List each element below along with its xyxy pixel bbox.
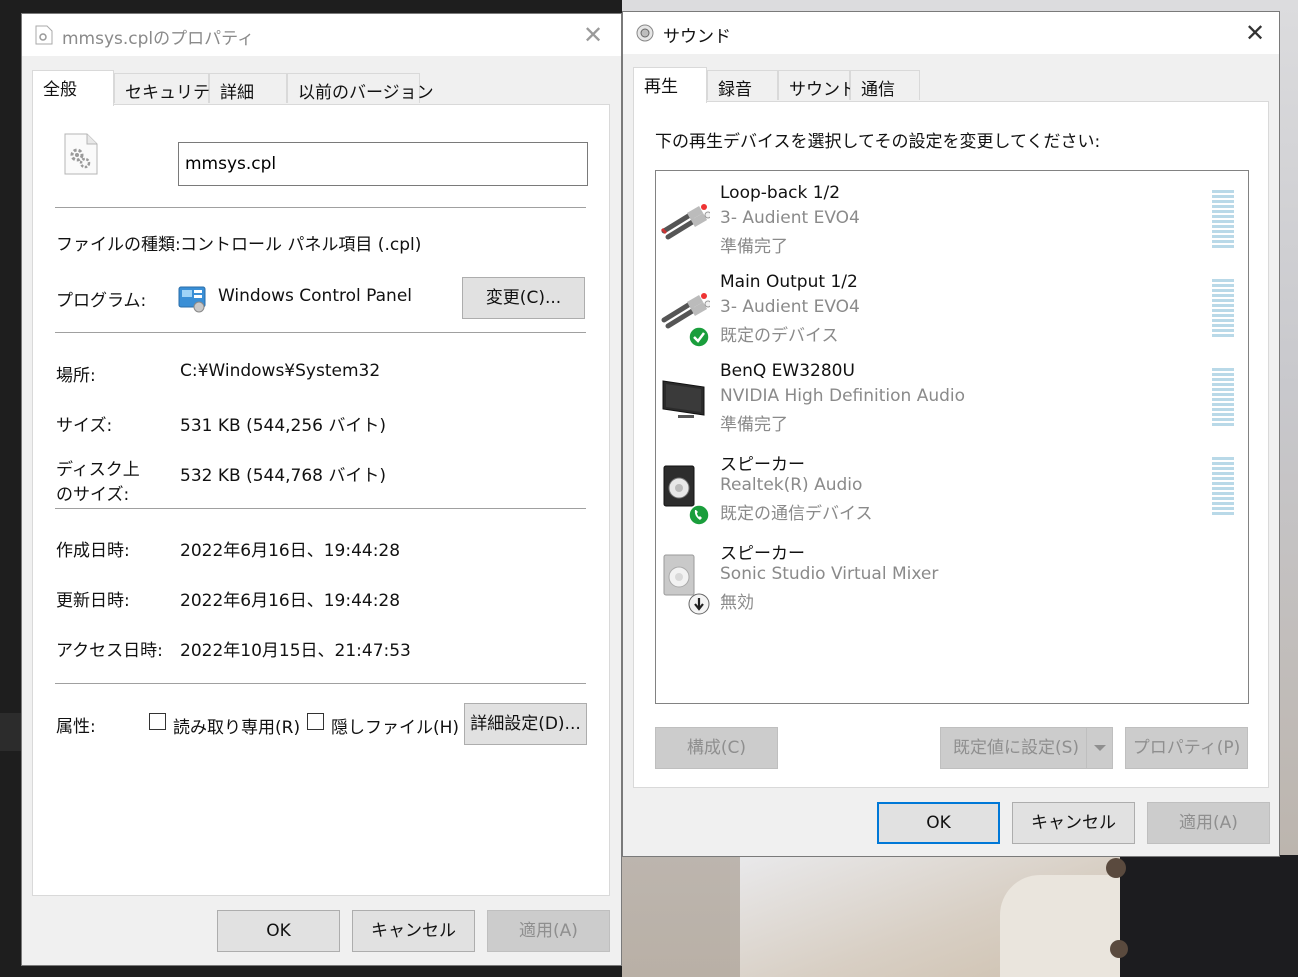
device-name: BenQ EW3280U [720,361,855,381]
tab-playback[interactable]: 再生 [633,67,707,103]
created-value: 2022年6月16日、19:44:28 [180,541,401,561]
device-item[interactable]: Main Output 1/2 3- Audient EVO4 既定のデバイス [656,270,1248,358]
file-properties-window: mmsys.cplのプロパティ ✕ 全般 セキュリティ 詳細 以前のバージョン … [21,13,622,966]
apply-button[interactable]: 適用(A) [1147,802,1270,844]
device-name: スピーカー [720,544,805,564]
close-button[interactable]: ✕ [1241,20,1269,48]
tab-recording[interactable]: 録音 [707,70,778,100]
ok-button[interactable]: OK [217,910,340,952]
file-name-input[interactable] [178,142,588,186]
instruction-text: 下の再生デバイスを選択してその設定を変更してください: [655,132,1101,152]
device-driver: NVIDIA High Definition Audio [720,386,966,406]
wallpaper-coat-button [1106,858,1126,878]
device-item[interactable]: スピーカー Realtek(R) Audio 既定の通信デバイス [656,448,1248,536]
device-driver: 3- Audient EVO4 [720,208,860,228]
set-default-split-button[interactable]: 既定値に設定(S) [940,727,1113,769]
hidden-checkbox[interactable] [307,713,324,730]
location-label: 場所: [56,366,96,386]
change-program-button[interactable]: 変更(C)... [462,277,585,319]
device-driver: 3- Audient EVO4 [720,297,860,317]
created-label: 作成日時: [56,541,130,561]
disk-size-label-line2: のサイズ: [56,485,130,505]
tab-general[interactable]: 全般 [32,70,114,106]
monitor-icon [662,380,705,418]
phone-badge-icon [688,504,710,526]
device-list[interactable]: Loop-back 1/2 3- Audient EVO4 準備完了 Main … [655,170,1249,704]
program-value: Windows Control Panel [218,286,413,306]
general-panel: ファイルの種類: コントロール パネル項目 (.cpl) プログラム: Wind… [32,104,610,896]
device-item[interactable]: BenQ EW3280U NVIDIA High Definition Audi… [656,359,1248,447]
ok-button[interactable]: OK [877,802,1000,844]
device-name: Main Output 1/2 [720,272,858,292]
file-settings-icon [35,25,53,45]
control-panel-icon [178,286,206,313]
hidden-label[interactable]: 隠しファイル(H) [331,713,459,738]
chevron-down-icon[interactable] [1086,728,1112,768]
device-item[interactable]: スピーカー Sonic Studio Virtual Mixer 無効 [656,537,1248,625]
wallpaper-dark-area [1120,855,1298,977]
device-name: Loop-back 1/2 [720,183,841,203]
wallpaper-coat-button [1110,940,1128,958]
tab-security[interactable]: セキュリティ [114,73,226,103]
file-type-label: ファイルの種類: [56,235,181,255]
device-name: スピーカー [720,455,805,475]
separator [55,508,586,509]
window-title: サウンド [663,27,731,47]
file-type-value: コントロール パネル項目 (.cpl) [180,235,422,255]
window-title: mmsys.cplのプロパティ [62,29,255,49]
file-settings-icon [64,133,98,175]
sound-window: サウンド ✕ 再生 録音 サウンド 通信 下の再生デバイスを選択してその設定を変… [622,11,1280,857]
disabled-arrow-icon [688,593,710,615]
program-label: プログラム: [56,291,147,311]
accessed-value: 2022年10月15日、21:47:53 [180,641,411,661]
size-label: サイズ: [56,416,113,436]
volume-meter [1212,279,1234,339]
volume-meter [1212,190,1234,250]
set-default-label: 既定値に設定(S) [953,738,1080,758]
playback-panel: 下の再生デバイスを選択してその設定を変更してください: Loop-back 1/… [633,101,1269,788]
device-status: 準備完了 [720,237,788,257]
tab-sounds[interactable]: サウンド [778,70,857,100]
device-driver: Sonic Studio Virtual Mixer [720,564,939,584]
readonly-checkbox[interactable] [149,713,166,730]
apply-button[interactable]: 適用(A) [487,910,610,952]
size-value: 531 KB (544,256 バイト) [180,416,387,436]
device-status: 無効 [720,593,754,613]
speaker-icon [636,24,654,42]
device-status: 既定の通信デバイス [720,504,873,524]
close-button[interactable]: ✕ [579,22,607,50]
device-driver: Realtek(R) Audio [720,475,863,495]
tab-details[interactable]: 詳細 [209,73,287,103]
volume-meter [1212,368,1234,428]
disk-size-label-line1: ディスク上 [56,460,140,480]
tab-previous-versions[interactable]: 以前のバージョン [287,73,434,103]
tab-communications[interactable]: 通信 [850,70,920,100]
device-item[interactable]: Loop-back 1/2 3- Audient EVO4 準備完了 [656,181,1248,269]
separator [55,207,586,208]
attributes-label: 属性: [56,717,96,737]
separator [55,683,586,684]
accessed-label: アクセス日時: [56,641,163,661]
readonly-label[interactable]: 読み取り専用(R) [173,713,300,738]
title-bar[interactable]: サウンド ✕ [623,12,1279,54]
rca-cable-icon [660,204,710,240]
device-status: 準備完了 [720,415,788,435]
properties-button[interactable]: プロパティ(P) [1125,727,1248,769]
cancel-button[interactable]: キャンセル [1012,802,1135,844]
background-window-sliver [0,713,22,751]
title-bar[interactable]: mmsys.cplのプロパティ ✕ [22,14,621,56]
default-check-icon [688,326,710,348]
volume-meter [1212,457,1234,517]
device-status: 既定のデバイス [720,326,839,346]
separator [55,332,586,333]
cancel-button[interactable]: キャンセル [352,910,475,952]
disk-size-value: 532 KB (544,768 バイト) [180,466,387,486]
advanced-attributes-button[interactable]: 詳細設定(D)... [464,703,587,745]
modified-value: 2022年6月16日、19:44:28 [180,591,401,611]
modified-label: 更新日時: [56,591,130,611]
location-value: C:¥Windows¥System32 [180,361,381,381]
configure-button[interactable]: 構成(C) [655,727,778,769]
